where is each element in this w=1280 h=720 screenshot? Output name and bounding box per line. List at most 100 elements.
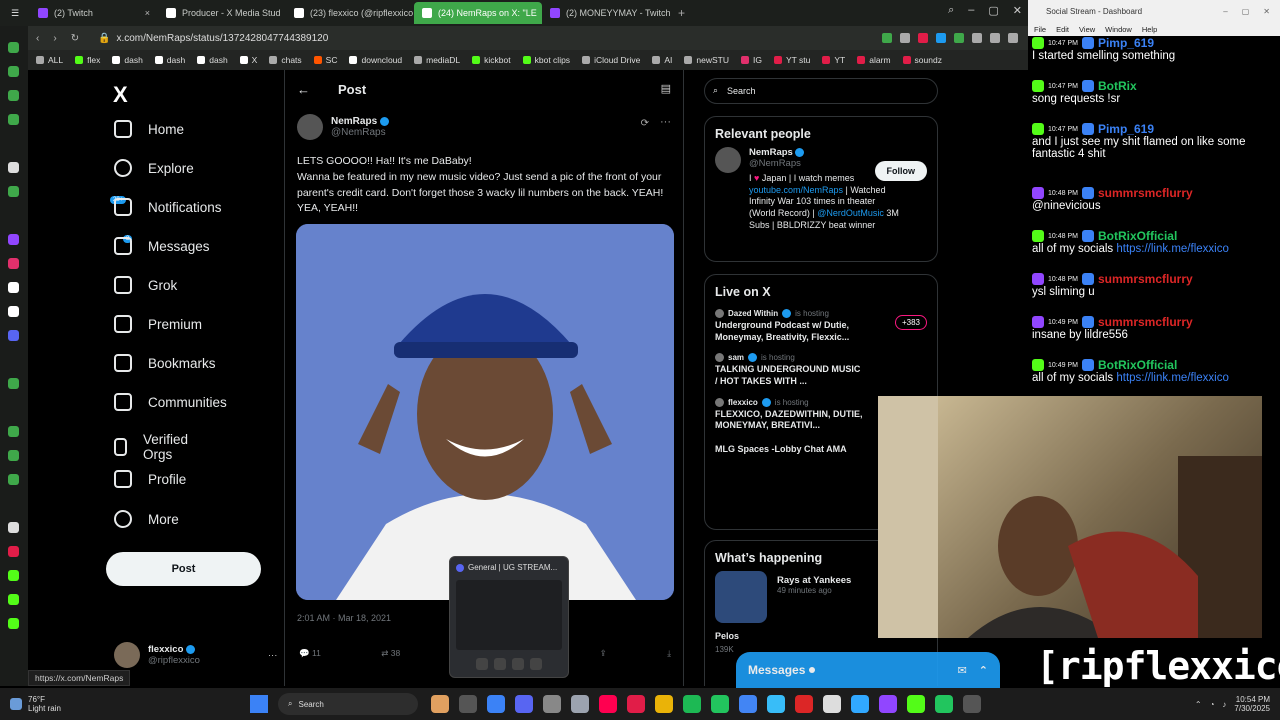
taskbar-app-icon[interactable] [627, 695, 645, 713]
more-icon[interactable]: ··· [660, 116, 671, 128]
reply-button[interactable]: 💬 11 [299, 648, 321, 659]
kick-icon[interactable] [8, 570, 19, 581]
tweet-author[interactable]: NemRaps @NemRaps [297, 114, 389, 140]
bookmark-item[interactable]: dash [197, 55, 228, 65]
menu-file[interactable]: File [1034, 25, 1046, 34]
bookmark-item[interactable]: SC [313, 55, 337, 65]
bookmark-item[interactable]: alarm [857, 55, 891, 65]
nav-item-bookmarks[interactable]: Bookmarks [114, 354, 216, 372]
taskbar-app-icon[interactable] [907, 695, 925, 713]
headphones-icon[interactable] [512, 658, 524, 670]
bookmark-item[interactable]: iCloud Drive [582, 55, 640, 65]
menu-view[interactable]: View [1079, 25, 1095, 34]
post-button[interactable]: Post [106, 552, 261, 586]
extension-icon[interactable] [8, 162, 19, 173]
taskbar-app-icon[interactable] [683, 695, 701, 713]
share-button[interactable]: ⇪ [600, 648, 607, 659]
kick-icon[interactable] [8, 594, 19, 605]
taskbar-app-icon[interactable] [571, 695, 589, 713]
weather-widget[interactable]: 76°F Light rain [0, 695, 150, 713]
x-logo[interactable]: X [113, 82, 128, 108]
bookmark-item[interactable]: soundz [902, 55, 942, 65]
close-icon[interactable]: × [145, 8, 150, 18]
live-space-item[interactable]: Dazed Within is hosting Underground Podcas… [705, 305, 937, 349]
extension-icon[interactable] [8, 66, 19, 77]
discord-preview-popup[interactable]: General | UG STREAM... [449, 556, 569, 678]
nav-item-notifications[interactable]: Notifications [114, 198, 222, 216]
taskbar-app-icon[interactable] [599, 695, 617, 713]
search-input[interactable]: ⌕ Search [704, 78, 938, 104]
bookmark-item[interactable]: dash [112, 55, 143, 65]
gear-icon[interactable] [8, 474, 19, 485]
twitch-icon[interactable] [8, 234, 19, 245]
menu-window[interactable]: Window [1105, 25, 1132, 34]
taskbar-app-icon[interactable] [795, 695, 813, 713]
extension-icon[interactable] [8, 378, 19, 389]
new-tab-button[interactable]: + [670, 6, 693, 20]
taskbar-app-icon[interactable] [459, 695, 477, 713]
tiktok-icon[interactable] [8, 282, 19, 293]
bio-mention[interactable]: @NerdOutMusic [817, 208, 884, 218]
chat-username[interactable]: summrsmcflurry [1098, 272, 1193, 286]
taskbar-app-icon[interactable] [543, 695, 561, 713]
tab-moneyymay[interactable]: (2) MONEYYMAY - Twitch× [542, 2, 670, 24]
download-icon[interactable] [990, 33, 1000, 43]
minimize-icon[interactable]: – [1223, 7, 1227, 16]
extension-icon[interactable] [936, 33, 946, 43]
url-input[interactable]: x.com/NemRaps/status/1372428047744389120 [116, 33, 882, 44]
reload-icon[interactable]: ↻ [71, 33, 79, 44]
person-row[interactable]: NemRaps @NemRaps I ♥ Japan | I watch mem… [705, 147, 937, 231]
kick-icon[interactable] [8, 618, 19, 629]
extension-icon[interactable] [918, 33, 928, 43]
taskbar-app-icon[interactable] [655, 695, 673, 713]
tab-flexxico[interactable]: (23) flexxico (@ripflexxico× [286, 2, 414, 24]
compose-icon[interactable]: ✉ [958, 664, 967, 677]
minimize-icon[interactable]: – [968, 4, 974, 17]
taskbar-app-icon[interactable] [935, 695, 953, 713]
hangup-icon[interactable] [530, 658, 542, 670]
chevron-up-icon[interactable]: ⌃ [1195, 700, 1202, 709]
taskbar-app-icon[interactable] [431, 695, 449, 713]
extension-icon[interactable] [8, 450, 19, 461]
close-icon[interactable]: ✕ [1013, 4, 1022, 17]
chat-link[interactable]: https://link.me/flexxico [1116, 372, 1228, 384]
back-icon[interactable]: ‹ [36, 33, 39, 44]
bookmark-item[interactable]: IG [740, 55, 762, 65]
bookmark-item[interactable]: YT [822, 55, 845, 65]
volume-icon[interactable]: ♪ [1222, 700, 1226, 709]
taskbar-app-icon[interactable] [851, 695, 869, 713]
extension-icon[interactable] [8, 114, 19, 125]
nav-item-communities[interactable]: Communities [114, 393, 227, 411]
bookmark-item[interactable]: X [239, 55, 257, 65]
chat-link[interactable]: https://link.me/flexxico [1116, 243, 1228, 255]
reader-icon[interactable]: ▤ [661, 82, 671, 95]
chat-username[interactable]: Pimp_619 [1098, 122, 1154, 136]
bookmark-item[interactable]: dash [154, 55, 185, 65]
listener-count-badge[interactable]: +383 [894, 315, 927, 330]
mic-icon[interactable] [494, 658, 506, 670]
bookmark-item[interactable]: ALL [36, 55, 63, 65]
wifi-icon[interactable]: ◔ [1210, 700, 1215, 709]
sidebar-toggle-icon[interactable]: ☰ [0, 8, 30, 19]
maximize-icon[interactable]: ▢ [1242, 7, 1250, 16]
nav-item-grok[interactable]: Grok [114, 276, 177, 294]
tab-nemraps[interactable]: (24) NemRaps on X: "LE× [414, 2, 542, 24]
x-icon[interactable] [8, 306, 19, 317]
chat-username[interactable]: BotRix [1098, 79, 1137, 93]
chat-username[interactable]: summrsmcflurry [1098, 315, 1193, 329]
taskbar-app-icon[interactable] [823, 695, 841, 713]
youtube-icon[interactable] [8, 546, 19, 557]
menu-edit[interactable]: Edit [1056, 25, 1069, 34]
bookmark-item[interactable]: newSTU [684, 55, 729, 65]
clock[interactable]: 10:54 PM 7/30/2025 [1234, 695, 1270, 713]
clock-icon[interactable] [8, 426, 19, 437]
back-arrow-icon[interactable]: ← [297, 82, 310, 97]
camera-icon[interactable] [476, 658, 488, 670]
chat-username[interactable]: BotRixOfficial [1098, 358, 1177, 372]
bookmark-item[interactable]: mediaDL [414, 55, 460, 65]
extension-icon[interactable] [900, 33, 910, 43]
live-space-item[interactable]: sam is hosting TALKING UNDERGROUND MUSIC /… [705, 349, 937, 393]
discord-icon[interactable] [8, 330, 19, 341]
extension-icon[interactable] [882, 33, 892, 43]
chat-username[interactable]: BotRixOfficial [1098, 229, 1177, 243]
